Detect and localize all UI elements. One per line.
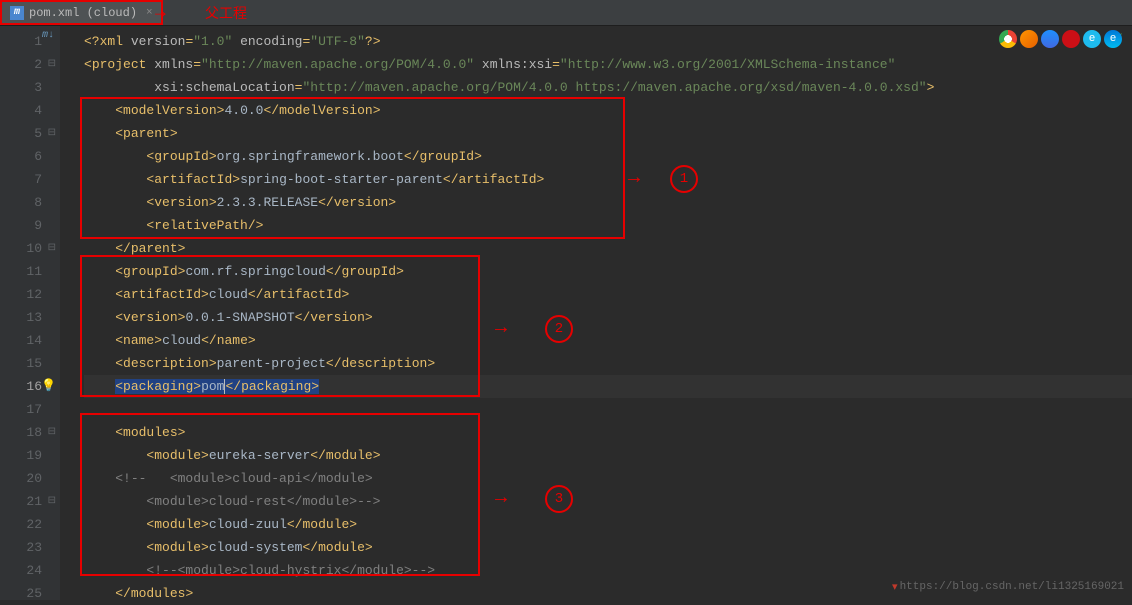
fold-marker-icon[interactable]: ⊟ <box>48 122 56 145</box>
fold-marker-icon[interactable]: ⊟ <box>48 237 56 260</box>
code-line: <modules> <box>84 421 1132 444</box>
chrome-icon[interactable] <box>999 30 1017 48</box>
gutter-line: 1 <box>0 30 42 53</box>
code-line: <module>eureka-server</module> <box>84 444 1132 467</box>
code-line: <?xml version="1.0" encoding="UTF-8"?> <box>84 30 1132 53</box>
maven-icon: m <box>10 6 24 20</box>
fold-marker-icon[interactable]: ⊟ <box>48 421 56 444</box>
code-line: xsi:schemaLocation="http://maven.apache.… <box>84 76 1132 99</box>
code-line: <!-- <module>cloud-api</module> <box>84 467 1132 490</box>
fold-marker-icon[interactable]: ⊟ <box>48 53 56 76</box>
code-line: <module>cloud-rest</module>--> <box>84 490 1132 513</box>
close-icon[interactable]: × <box>146 7 153 19</box>
safari-icon[interactable] <box>1041 30 1059 48</box>
gutter-line: 10⊟ <box>0 237 42 260</box>
code-line: <artifactId>spring-boot-starter-parent</… <box>84 168 1132 191</box>
code-line: <groupId>org.springframework.boot</group… <box>84 145 1132 168</box>
code-line-current: <packaging>pom</packaging> <box>84 375 1132 398</box>
code-line: <project xmlns="http://maven.apache.org/… <box>84 53 1132 76</box>
code-line: <version>0.0.1-SNAPSHOT</version> <box>84 306 1132 329</box>
gutter-line-current: 16💡 <box>0 375 42 398</box>
code-line: <groupId>com.rf.springcloud</groupId> <box>84 260 1132 283</box>
gutter-line: 24 <box>0 559 42 582</box>
watermark-text: https://blog.csdn.net/li1325169021 <box>900 581 1124 593</box>
gutter-line: 3 <box>0 76 42 99</box>
gutter-line: 18⊟ <box>0 421 42 444</box>
code-line: <parent> <box>84 122 1132 145</box>
code-line: <!--<module>cloud-hystrix</module>--> <box>84 559 1132 582</box>
tab-bar: m pom.xml (cloud) × → 父工程 <box>0 0 1132 26</box>
gutter-line: 15 <box>0 352 42 375</box>
gutter-line: 19 <box>0 444 42 467</box>
fold-marker-icon[interactable]: ⊟ <box>48 490 56 513</box>
editor-area: 1 2⊟ 3 4 5⊟ 6 7 8 9 10⊟ 11 12 13 14 15 1… <box>0 26 1132 600</box>
code-line: <version>2.3.3.RELEASE</version> <box>84 191 1132 214</box>
gutter-line: 20 <box>0 467 42 490</box>
gutter-line: 4 <box>0 99 42 122</box>
code-content[interactable]: <?xml version="1.0" encoding="UTF-8"?> <… <box>60 26 1132 600</box>
browser-icons-panel: e e <box>999 30 1122 48</box>
firefox-icon[interactable] <box>1020 30 1038 48</box>
gutter-line: 14 <box>0 329 42 352</box>
gutter-line: 2⊟ <box>0 53 42 76</box>
code-line: <relativePath/> <box>84 214 1132 237</box>
line-gutter: 1 2⊟ 3 4 5⊟ 6 7 8 9 10⊟ 11 12 13 14 15 1… <box>0 26 60 600</box>
lightbulb-icon[interactable]: 💡 <box>41 375 56 398</box>
code-line: <artifactId>cloud</artifactId> <box>84 283 1132 306</box>
gutter-line: 25 <box>0 582 42 605</box>
code-line <box>84 398 1132 421</box>
gutter-line: 6 <box>0 145 42 168</box>
code-line: <description>parent-project</description… <box>84 352 1132 375</box>
gutter-line: 9 <box>0 214 42 237</box>
gutter-line: 5⊟ <box>0 122 42 145</box>
watermark-arrow-icon: ▾ <box>892 580 898 594</box>
code-line: <name>cloud</name> <box>84 329 1132 352</box>
code-line: </parent> <box>84 237 1132 260</box>
code-line: <modelVersion>4.0.0</modelVersion> <box>84 99 1132 122</box>
tab-label: pom.xml (cloud) <box>29 6 137 20</box>
gutter-line: 17 <box>0 398 42 421</box>
code-line: <module>cloud-zuul</module> <box>84 513 1132 536</box>
annotation-text-tab: 父工程 <box>205 3 247 23</box>
annotation-arrow-tab: → <box>155 3 166 23</box>
gutter-line: 13 <box>0 306 42 329</box>
gutter-line: 8 <box>0 191 42 214</box>
code-line: <module>cloud-system</module> <box>84 536 1132 559</box>
gutter-line: 11 <box>0 260 42 283</box>
ml-icon: m↓ <box>42 30 54 41</box>
opera-icon[interactable] <box>1062 30 1080 48</box>
gutter-line: 22 <box>0 513 42 536</box>
editor-tab[interactable]: m pom.xml (cloud) × <box>0 0 163 25</box>
ie-icon[interactable]: e <box>1083 30 1101 48</box>
gutter-line: 12 <box>0 283 42 306</box>
gutter-line: 7 <box>0 168 42 191</box>
gutter-line: 21⊟ <box>0 490 42 513</box>
watermark: ▾ https://blog.csdn.net/li1325169021 <box>892 580 1124 594</box>
edge-icon[interactable]: e <box>1104 30 1122 48</box>
gutter-line: 23 <box>0 536 42 559</box>
